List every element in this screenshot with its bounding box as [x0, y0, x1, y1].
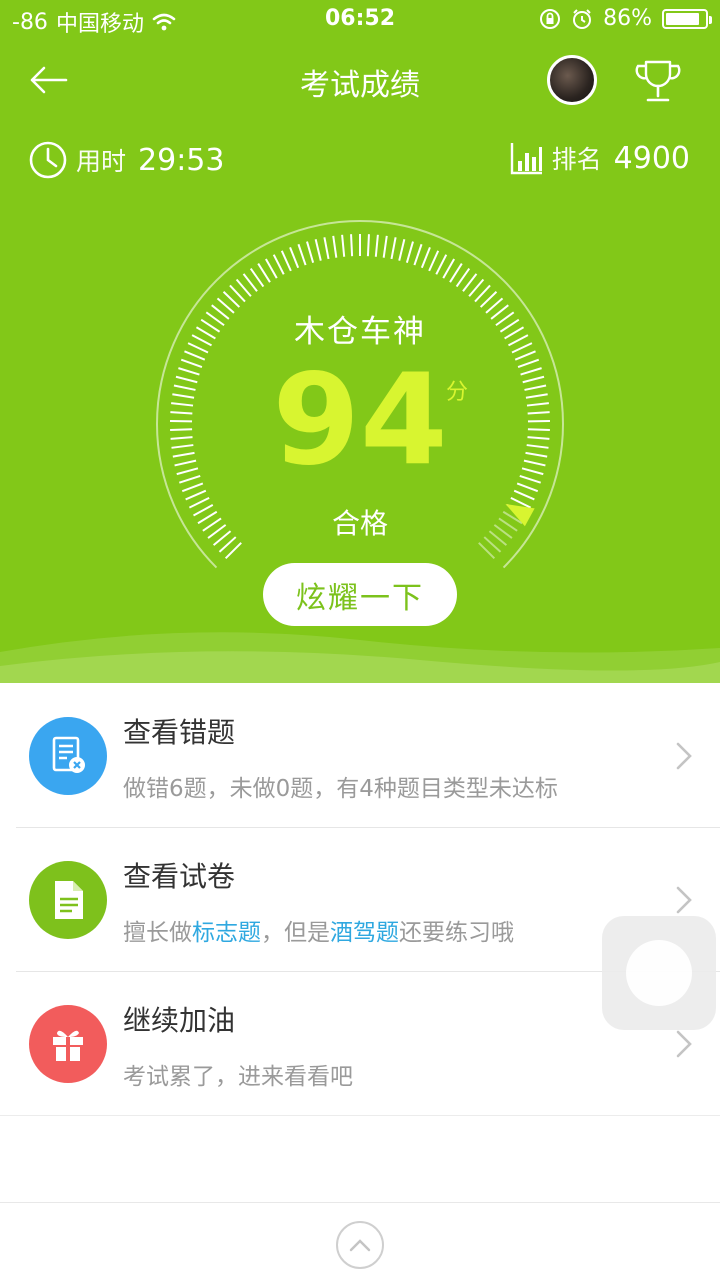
gauge-tick: [374, 234, 379, 257]
status-bar: -86 中国移动 06:52 86%: [0, 0, 720, 40]
divider: [0, 1115, 720, 1116]
battery-level: [666, 12, 699, 25]
gauge-tick: [449, 263, 463, 283]
battery-icon: [662, 8, 712, 29]
gauge-tick: [323, 237, 330, 260]
gauge-tick: [513, 489, 535, 501]
gauge-tick: [185, 489, 207, 501]
subtitle-text: 还要练习哦: [399, 920, 514, 946]
time-label: 用时: [76, 147, 127, 176]
gauge-tick: [249, 267, 265, 288]
gauge-tick: [382, 235, 388, 258]
list-item-title: 继续加油: [123, 1004, 236, 1037]
pass-status: 合格: [331, 507, 388, 540]
gauge-tick: [297, 243, 307, 266]
list-item-title: 查看错题: [123, 716, 236, 749]
nav-bar: 考试成绩: [0, 40, 720, 120]
bar-chart-icon: [510, 143, 542, 175]
gauge-tick: [289, 246, 300, 269]
document-icon: [29, 861, 107, 939]
assistive-touch-knob: [626, 940, 692, 1006]
gauge-tick: [280, 250, 292, 272]
scroll-up-button[interactable]: [336, 1221, 384, 1269]
subtitle-text: 擅长做: [123, 920, 192, 946]
bottom-bar: [0, 1202, 720, 1280]
gauge-tick: [405, 241, 414, 263]
page-title: 考试成绩: [300, 68, 420, 103]
gauge-tick: [257, 263, 271, 283]
list-item-subtitle: 擅长做标志题，但是酒驾题还要练习哦: [123, 913, 514, 947]
trophy-icon: [635, 60, 681, 102]
gauge-tick: [398, 239, 406, 261]
list-item-title: 查看试卷: [123, 860, 236, 893]
weak-category: 酒驾题: [330, 920, 399, 946]
rotation-lock-icon: [540, 8, 561, 29]
gauge-tick: [264, 258, 278, 279]
gauge-tick: [341, 234, 346, 257]
gauge-tick: [442, 258, 456, 279]
score-value: 94: [272, 346, 448, 493]
subtitle-text: ，但是: [261, 920, 330, 946]
gauge-tick: [455, 267, 471, 288]
elapsed-time: 用时 29:53: [28, 140, 224, 180]
list-item-subtitle: 考试累了，进来看看吧: [123, 1064, 353, 1090]
clock-icon: [29, 141, 67, 179]
gauge-tick: [366, 234, 370, 257]
user-title: 木仓车神: [294, 314, 426, 350]
trophy-button[interactable]: [634, 58, 682, 104]
list-item-subtitle: 做错6题，未做0题，有4种题目类型未达标: [123, 776, 558, 802]
gauge-tick: [435, 254, 448, 275]
score-header: -86 中国移动 06:52 86% 考试成绩 用时 29:53 排名 4900…: [0, 0, 720, 683]
gauge-tick: [420, 246, 431, 269]
wrong-questions-icon: [29, 717, 107, 795]
action-list: 查看错题 做错6题，未做0题，有4种题目类型未达标 查看试卷 擅长做标志题，但是…: [0, 683, 720, 1116]
chevron-right-icon: [676, 1030, 692, 1058]
avatar[interactable]: [547, 55, 597, 105]
score-unit: 分: [446, 380, 469, 405]
gauge-tick: [428, 250, 440, 272]
battery-percent: 86%: [603, 6, 652, 31]
rank: 排名 4900: [510, 140, 690, 176]
gauge-tick: [350, 234, 354, 257]
gauge-tick: [306, 241, 315, 263]
chevron-right-icon: [676, 742, 692, 770]
gauge-tick: [390, 237, 397, 260]
gauge-tick: [332, 235, 338, 258]
gauge-tick: [413, 243, 423, 266]
time-value: 29:53: [138, 142, 225, 178]
gift-icon: [29, 1005, 107, 1083]
gauge-tick: [272, 254, 285, 275]
gauge-tick: [314, 239, 322, 261]
alarm-icon: [573, 8, 592, 29]
rank-label: 排名: [551, 145, 602, 174]
list-item-wrong-questions[interactable]: 查看错题 做错6题，未做0题，有4种题目类型未达标: [0, 683, 720, 827]
chevron-right-icon: [676, 886, 692, 914]
share-button[interactable]: 炫耀一下: [263, 563, 457, 626]
assistive-touch-button[interactable]: [602, 916, 716, 1030]
strong-category: 标志题: [192, 920, 261, 946]
chevron-up-icon: [349, 1239, 371, 1252]
rank-value: 4900: [613, 140, 690, 176]
